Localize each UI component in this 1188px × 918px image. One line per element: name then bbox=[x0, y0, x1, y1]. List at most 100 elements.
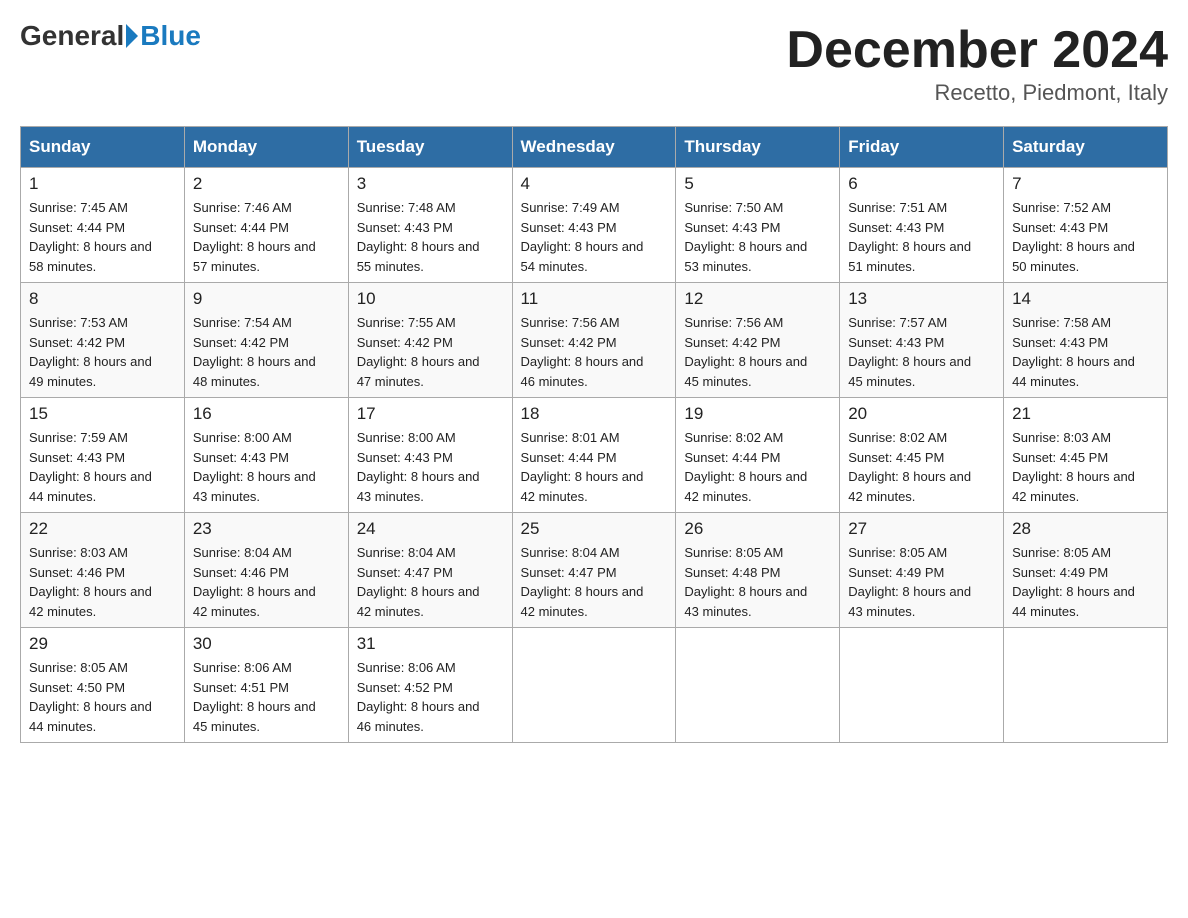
calendar-cell: 30 Sunrise: 8:06 AMSunset: 4:51 PMDaylig… bbox=[184, 628, 348, 743]
day-number: 22 bbox=[29, 519, 176, 539]
day-number: 7 bbox=[1012, 174, 1159, 194]
day-number: 26 bbox=[684, 519, 831, 539]
day-number: 20 bbox=[848, 404, 995, 424]
logo-blue-text: Blue bbox=[140, 20, 201, 52]
day-number: 3 bbox=[357, 174, 504, 194]
calendar-cell: 15 Sunrise: 7:59 AMSunset: 4:43 PMDaylig… bbox=[21, 398, 185, 513]
day-info: Sunrise: 7:54 AMSunset: 4:42 PMDaylight:… bbox=[193, 313, 340, 391]
week-row-4: 22 Sunrise: 8:03 AMSunset: 4:46 PMDaylig… bbox=[21, 513, 1168, 628]
calendar-header-friday: Friday bbox=[840, 127, 1004, 168]
location-text: Recetto, Piedmont, Italy bbox=[786, 80, 1168, 106]
day-number: 15 bbox=[29, 404, 176, 424]
day-info: Sunrise: 8:04 AMSunset: 4:47 PMDaylight:… bbox=[521, 543, 668, 621]
day-number: 9 bbox=[193, 289, 340, 309]
calendar-cell: 10 Sunrise: 7:55 AMSunset: 4:42 PMDaylig… bbox=[348, 283, 512, 398]
day-info: Sunrise: 7:48 AMSunset: 4:43 PMDaylight:… bbox=[357, 198, 504, 276]
day-number: 11 bbox=[521, 289, 668, 309]
calendar-cell bbox=[1004, 628, 1168, 743]
day-info: Sunrise: 8:04 AMSunset: 4:47 PMDaylight:… bbox=[357, 543, 504, 621]
day-info: Sunrise: 7:59 AMSunset: 4:43 PMDaylight:… bbox=[29, 428, 176, 506]
day-number: 8 bbox=[29, 289, 176, 309]
day-info: Sunrise: 7:50 AMSunset: 4:43 PMDaylight:… bbox=[684, 198, 831, 276]
logo: General Blue bbox=[20, 20, 201, 52]
day-number: 31 bbox=[357, 634, 504, 654]
title-section: December 2024 Recetto, Piedmont, Italy bbox=[786, 20, 1168, 106]
day-info: Sunrise: 8:05 AMSunset: 4:48 PMDaylight:… bbox=[684, 543, 831, 621]
day-info: Sunrise: 8:06 AMSunset: 4:52 PMDaylight:… bbox=[357, 658, 504, 736]
calendar-cell: 23 Sunrise: 8:04 AMSunset: 4:46 PMDaylig… bbox=[184, 513, 348, 628]
day-number: 6 bbox=[848, 174, 995, 194]
calendar-cell: 18 Sunrise: 8:01 AMSunset: 4:44 PMDaylig… bbox=[512, 398, 676, 513]
calendar-cell: 31 Sunrise: 8:06 AMSunset: 4:52 PMDaylig… bbox=[348, 628, 512, 743]
calendar-cell: 6 Sunrise: 7:51 AMSunset: 4:43 PMDayligh… bbox=[840, 168, 1004, 283]
day-number: 13 bbox=[848, 289, 995, 309]
calendar-cell: 8 Sunrise: 7:53 AMSunset: 4:42 PMDayligh… bbox=[21, 283, 185, 398]
calendar-cell: 9 Sunrise: 7:54 AMSunset: 4:42 PMDayligh… bbox=[184, 283, 348, 398]
week-row-2: 8 Sunrise: 7:53 AMSunset: 4:42 PMDayligh… bbox=[21, 283, 1168, 398]
calendar-cell: 2 Sunrise: 7:46 AMSunset: 4:44 PMDayligh… bbox=[184, 168, 348, 283]
calendar-header-row: SundayMondayTuesdayWednesdayThursdayFrid… bbox=[21, 127, 1168, 168]
day-info: Sunrise: 8:05 AMSunset: 4:49 PMDaylight:… bbox=[1012, 543, 1159, 621]
day-number: 25 bbox=[521, 519, 668, 539]
day-info: Sunrise: 7:49 AMSunset: 4:43 PMDaylight:… bbox=[521, 198, 668, 276]
calendar-cell: 1 Sunrise: 7:45 AMSunset: 4:44 PMDayligh… bbox=[21, 168, 185, 283]
week-row-5: 29 Sunrise: 8:05 AMSunset: 4:50 PMDaylig… bbox=[21, 628, 1168, 743]
day-info: Sunrise: 7:45 AMSunset: 4:44 PMDaylight:… bbox=[29, 198, 176, 276]
day-info: Sunrise: 8:06 AMSunset: 4:51 PMDaylight:… bbox=[193, 658, 340, 736]
day-info: Sunrise: 8:02 AMSunset: 4:44 PMDaylight:… bbox=[684, 428, 831, 506]
calendar-cell: 17 Sunrise: 8:00 AMSunset: 4:43 PMDaylig… bbox=[348, 398, 512, 513]
day-info: Sunrise: 7:46 AMSunset: 4:44 PMDaylight:… bbox=[193, 198, 340, 276]
calendar-cell: 3 Sunrise: 7:48 AMSunset: 4:43 PMDayligh… bbox=[348, 168, 512, 283]
calendar-header-sunday: Sunday bbox=[21, 127, 185, 168]
calendar-cell: 24 Sunrise: 8:04 AMSunset: 4:47 PMDaylig… bbox=[348, 513, 512, 628]
day-info: Sunrise: 7:53 AMSunset: 4:42 PMDaylight:… bbox=[29, 313, 176, 391]
page-header: General Blue December 2024 Recetto, Pied… bbox=[20, 20, 1168, 106]
calendar-cell bbox=[676, 628, 840, 743]
calendar-header-thursday: Thursday bbox=[676, 127, 840, 168]
day-number: 18 bbox=[521, 404, 668, 424]
calendar-cell: 21 Sunrise: 8:03 AMSunset: 4:45 PMDaylig… bbox=[1004, 398, 1168, 513]
day-number: 1 bbox=[29, 174, 176, 194]
day-number: 4 bbox=[521, 174, 668, 194]
day-number: 21 bbox=[1012, 404, 1159, 424]
day-number: 30 bbox=[193, 634, 340, 654]
calendar-cell: 16 Sunrise: 8:00 AMSunset: 4:43 PMDaylig… bbox=[184, 398, 348, 513]
day-number: 29 bbox=[29, 634, 176, 654]
week-row-3: 15 Sunrise: 7:59 AMSunset: 4:43 PMDaylig… bbox=[21, 398, 1168, 513]
day-info: Sunrise: 7:55 AMSunset: 4:42 PMDaylight:… bbox=[357, 313, 504, 391]
day-info: Sunrise: 7:56 AMSunset: 4:42 PMDaylight:… bbox=[521, 313, 668, 391]
calendar-header-saturday: Saturday bbox=[1004, 127, 1168, 168]
calendar-cell: 20 Sunrise: 8:02 AMSunset: 4:45 PMDaylig… bbox=[840, 398, 1004, 513]
calendar-cell: 28 Sunrise: 8:05 AMSunset: 4:49 PMDaylig… bbox=[1004, 513, 1168, 628]
calendar-cell: 25 Sunrise: 8:04 AMSunset: 4:47 PMDaylig… bbox=[512, 513, 676, 628]
day-number: 12 bbox=[684, 289, 831, 309]
day-number: 10 bbox=[357, 289, 504, 309]
day-number: 5 bbox=[684, 174, 831, 194]
day-number: 16 bbox=[193, 404, 340, 424]
day-info: Sunrise: 8:03 AMSunset: 4:46 PMDaylight:… bbox=[29, 543, 176, 621]
calendar-header-wednesday: Wednesday bbox=[512, 127, 676, 168]
calendar-cell: 7 Sunrise: 7:52 AMSunset: 4:43 PMDayligh… bbox=[1004, 168, 1168, 283]
day-info: Sunrise: 8:00 AMSunset: 4:43 PMDaylight:… bbox=[357, 428, 504, 506]
day-info: Sunrise: 7:51 AMSunset: 4:43 PMDaylight:… bbox=[848, 198, 995, 276]
day-info: Sunrise: 8:01 AMSunset: 4:44 PMDaylight:… bbox=[521, 428, 668, 506]
day-number: 14 bbox=[1012, 289, 1159, 309]
day-info: Sunrise: 8:02 AMSunset: 4:45 PMDaylight:… bbox=[848, 428, 995, 506]
day-number: 17 bbox=[357, 404, 504, 424]
day-number: 27 bbox=[848, 519, 995, 539]
day-number: 24 bbox=[357, 519, 504, 539]
logo-general-text: General bbox=[20, 20, 124, 52]
day-info: Sunrise: 7:57 AMSunset: 4:43 PMDaylight:… bbox=[848, 313, 995, 391]
day-info: Sunrise: 7:56 AMSunset: 4:42 PMDaylight:… bbox=[684, 313, 831, 391]
day-info: Sunrise: 8:00 AMSunset: 4:43 PMDaylight:… bbox=[193, 428, 340, 506]
month-title: December 2024 bbox=[786, 20, 1168, 80]
calendar-cell: 12 Sunrise: 7:56 AMSunset: 4:42 PMDaylig… bbox=[676, 283, 840, 398]
day-info: Sunrise: 8:05 AMSunset: 4:49 PMDaylight:… bbox=[848, 543, 995, 621]
day-info: Sunrise: 8:04 AMSunset: 4:46 PMDaylight:… bbox=[193, 543, 340, 621]
calendar-cell: 26 Sunrise: 8:05 AMSunset: 4:48 PMDaylig… bbox=[676, 513, 840, 628]
calendar-cell: 29 Sunrise: 8:05 AMSunset: 4:50 PMDaylig… bbox=[21, 628, 185, 743]
calendar-cell: 13 Sunrise: 7:57 AMSunset: 4:43 PMDaylig… bbox=[840, 283, 1004, 398]
calendar-cell bbox=[512, 628, 676, 743]
calendar-cell: 5 Sunrise: 7:50 AMSunset: 4:43 PMDayligh… bbox=[676, 168, 840, 283]
day-info: Sunrise: 8:03 AMSunset: 4:45 PMDaylight:… bbox=[1012, 428, 1159, 506]
